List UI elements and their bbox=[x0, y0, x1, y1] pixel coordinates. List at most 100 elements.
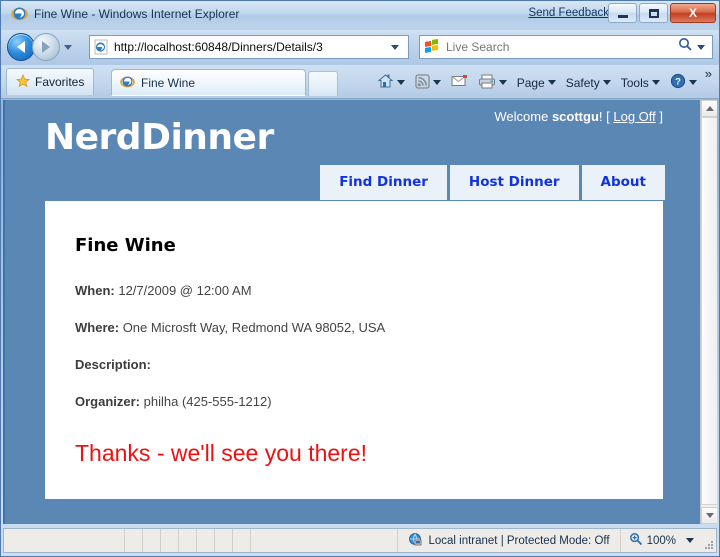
welcome-prefix: Welcome bbox=[494, 109, 552, 124]
site-logo[interactable]: NerdDinner bbox=[45, 117, 274, 158]
description-label: Description: bbox=[75, 357, 151, 372]
zoom-caret-icon[interactable] bbox=[686, 538, 694, 543]
status-message-area bbox=[4, 529, 397, 552]
command-overflow-button[interactable]: » bbox=[702, 67, 715, 80]
dinner-title: Fine Wine bbox=[75, 235, 176, 256]
rss-feed-icon bbox=[415, 73, 430, 92]
feeds-button[interactable] bbox=[410, 70, 446, 95]
rsvp-thanks-message: Thanks - we'll see you there! bbox=[75, 440, 368, 466]
home-icon bbox=[377, 73, 394, 92]
recent-pages-caret-icon[interactable] bbox=[64, 44, 72, 50]
favorites-button[interactable]: Favorites bbox=[6, 68, 95, 95]
print-icon bbox=[478, 74, 496, 92]
title-bar: Fine Wine - Windows Internet Explorer Se… bbox=[1, 1, 719, 30]
browser-tab-fine-wine[interactable]: Fine Wine bbox=[111, 69, 306, 96]
tab-bar: Favorites Fine Wine Page Safety Tools ? … bbox=[1, 65, 719, 99]
back-button[interactable] bbox=[7, 33, 35, 61]
back-forward-group bbox=[7, 33, 72, 61]
tools-menu-label: Tools bbox=[620, 75, 649, 90]
home-button[interactable] bbox=[372, 70, 410, 95]
scroll-up-button[interactable] bbox=[701, 100, 717, 117]
forward-button[interactable] bbox=[32, 33, 60, 61]
dinner-organizer-row: Organizer: philha (425-555-1212) bbox=[75, 394, 633, 409]
tab-title: Fine Wine bbox=[141, 75, 196, 90]
windows-search-provider-icon bbox=[424, 39, 440, 55]
read-mail-button[interactable] bbox=[446, 70, 473, 95]
where-value: One Microsft Way, Redmond WA 98052, USA bbox=[122, 320, 386, 335]
status-bar: Local intranet | Protected Mode: Off 100… bbox=[3, 528, 717, 553]
caret-up-icon bbox=[705, 106, 714, 111]
zone-text: Local intranet | Protected Mode: Off bbox=[428, 534, 610, 547]
zoom-icon bbox=[629, 532, 643, 549]
welcome-username: scottgu bbox=[551, 109, 599, 124]
navigation-bar: http://localhost:60848/Dinners/Details/3… bbox=[1, 30, 719, 65]
page-scrollbar[interactable] bbox=[700, 100, 717, 524]
tools-caret-icon[interactable] bbox=[651, 80, 660, 85]
send-feedback-link[interactable]: Send Feedback bbox=[528, 7, 609, 19]
dinner-when-row: When: 12/7/2009 @ 12:00 AM bbox=[75, 283, 633, 298]
welcome-end: ] bbox=[655, 109, 663, 124]
welcome-bar: Welcome scottgu! [ Log Off ] bbox=[494, 109, 663, 124]
nav-item-about[interactable]: About bbox=[581, 165, 665, 200]
dinner-details-card: Fine Wine When: 12/7/2009 @ 12:00 AM Whe… bbox=[45, 201, 663, 499]
log-off-link[interactable]: Log Off bbox=[613, 109, 655, 124]
tab-favicon-icon bbox=[120, 74, 135, 92]
main-navigation: Find Dinner Host Dinner About bbox=[320, 165, 665, 200]
when-label: When: bbox=[75, 283, 115, 298]
help-menu-button[interactable]: ? bbox=[665, 70, 702, 95]
close-button[interactable]: X bbox=[670, 3, 716, 23]
dinner-description-row: Description: bbox=[75, 357, 633, 372]
organizer-label: Organizer: bbox=[75, 394, 141, 409]
search-input[interactable]: Live Search bbox=[446, 40, 678, 54]
arrow-right-icon bbox=[42, 41, 50, 53]
zoom-control[interactable]: 100% bbox=[619, 529, 702, 552]
address-url-text[interactable]: http://localhost:60848/Dinners/Details/3 bbox=[114, 40, 391, 54]
page-favicon-icon bbox=[93, 39, 109, 55]
scroll-down-button[interactable] bbox=[701, 507, 717, 524]
window-controls: X bbox=[608, 3, 716, 23]
help-caret-icon[interactable] bbox=[688, 80, 697, 85]
internet-explorer-icon bbox=[11, 5, 28, 22]
browser-window: Fine Wine - Windows Internet Explorer Se… bbox=[0, 0, 720, 557]
scrollbar-thumb[interactable] bbox=[701, 117, 717, 505]
minimize-button[interactable] bbox=[608, 3, 637, 23]
page-menu-button[interactable]: Page bbox=[512, 70, 561, 95]
star-icon bbox=[15, 73, 31, 91]
safety-menu-button[interactable]: Safety bbox=[561, 70, 616, 95]
safety-menu-label: Safety bbox=[565, 75, 600, 90]
command-bar: Page Safety Tools ? » bbox=[372, 67, 715, 96]
tools-menu-button[interactable]: Tools bbox=[616, 70, 665, 95]
new-tab-button[interactable] bbox=[308, 71, 338, 96]
nerddinner-page: Welcome scottgu! [ Log Off ] NerdDinner … bbox=[5, 100, 699, 524]
dinner-where-row: Where: One Microsft Way, Redmond WA 9805… bbox=[75, 320, 633, 335]
local-intranet-icon bbox=[408, 532, 423, 550]
page-menu-label: Page bbox=[516, 75, 545, 90]
welcome-suffix: ! [ bbox=[598, 109, 614, 124]
feeds-caret-icon[interactable] bbox=[432, 80, 441, 85]
security-zone-indicator[interactable]: Local intranet | Protected Mode: Off bbox=[397, 529, 619, 552]
maximize-button[interactable] bbox=[639, 3, 668, 23]
print-caret-icon[interactable] bbox=[498, 80, 507, 85]
resize-grip[interactable] bbox=[702, 529, 716, 552]
nav-item-host-dinner[interactable]: Host Dinner bbox=[449, 165, 579, 200]
caret-down-icon bbox=[705, 513, 714, 518]
address-bar[interactable]: http://localhost:60848/Dinners/Details/3 bbox=[89, 35, 409, 59]
arrow-left-icon bbox=[17, 41, 25, 53]
where-label: Where: bbox=[75, 320, 120, 335]
svg-text:?: ? bbox=[675, 77, 681, 88]
safety-caret-icon[interactable] bbox=[602, 80, 611, 85]
search-provider-caret-icon[interactable] bbox=[697, 44, 705, 50]
organizer-value: philha (425-555-1212) bbox=[143, 394, 272, 409]
window-title: Fine Wine - Windows Internet Explorer bbox=[34, 6, 240, 21]
page-viewport: Welcome scottgu! [ Log Off ] NerdDinner … bbox=[3, 100, 717, 524]
title-bar-left: Fine Wine - Windows Internet Explorer bbox=[11, 5, 239, 22]
address-dropdown-caret-icon[interactable] bbox=[391, 44, 399, 50]
search-icon[interactable] bbox=[678, 37, 693, 57]
print-button[interactable] bbox=[473, 70, 512, 95]
search-box[interactable]: Live Search bbox=[419, 35, 713, 59]
page-caret-icon[interactable] bbox=[547, 80, 556, 85]
zoom-level-text: 100% bbox=[646, 534, 676, 547]
nav-item-find-dinner[interactable]: Find Dinner bbox=[320, 165, 447, 200]
when-value: 12/7/2009 @ 12:00 AM bbox=[118, 283, 252, 298]
home-caret-icon[interactable] bbox=[396, 80, 405, 85]
